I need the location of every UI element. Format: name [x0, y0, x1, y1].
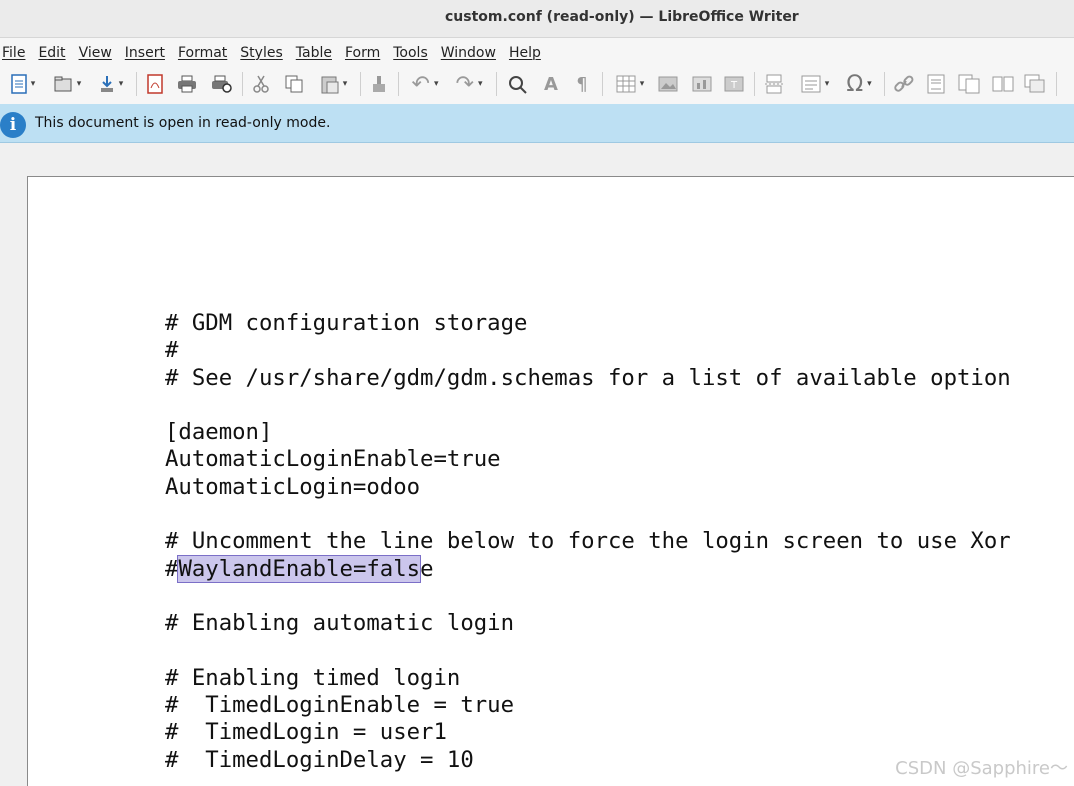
menu-form[interactable]: Form: [345, 42, 380, 61]
chevron-down-icon[interactable]: ▾: [434, 79, 439, 89]
new-document-icon[interactable]: ▾: [4, 72, 42, 96]
text-selection[interactable]: WaylandEnable=fals: [177, 554, 422, 583]
toolbar-separator: [360, 72, 361, 96]
menu-tools[interactable]: Tools: [393, 42, 428, 61]
menu-table[interactable]: Table: [296, 42, 332, 61]
insert-chart-icon[interactable]: [690, 72, 714, 96]
text-line[interactable]: # See /usr/share/gdm/gdm.schemas for a l…: [165, 365, 1011, 392]
menu-window[interactable]: Window: [441, 42, 496, 61]
chevron-down-icon[interactable]: ▾: [478, 79, 483, 89]
menu-help[interactable]: Help: [509, 42, 541, 61]
text-line[interactable]: # TimedLoginEnable = true: [165, 692, 1011, 719]
text-line[interactable]: AutomaticLoginEnable=true: [165, 446, 1011, 473]
chevron-down-icon[interactable]: ▾: [343, 79, 348, 89]
menu-view[interactable]: View: [79, 42, 112, 61]
footnote-icon[interactable]: [924, 72, 948, 96]
menu-file[interactable]: File: [2, 42, 25, 61]
chevron-down-icon[interactable]: ▾: [867, 79, 872, 89]
save-icon[interactable]: ▾: [92, 72, 130, 96]
toolbar-separator: [1056, 72, 1057, 96]
insert-field-icon[interactable]: ▾: [794, 72, 836, 96]
text-line[interactable]: [165, 638, 1011, 665]
hyperlink-icon[interactable]: [892, 72, 916, 96]
chevron-down-icon[interactable]: ▾: [31, 79, 36, 89]
window-title: custom.conf (read-only) — LibreOffice Wr…: [445, 9, 799, 25]
menu-styles[interactable]: Styles: [240, 42, 282, 61]
export-pdf-icon[interactable]: [144, 72, 166, 96]
svg-text:T: T: [730, 80, 738, 91]
toolbar-separator: [242, 72, 243, 96]
text-line[interactable]: # TimedLogin = user1: [165, 719, 1011, 746]
document-text[interactable]: # GDM configuration storage # # See /usr/s…: [165, 310, 1011, 774]
chevron-down-icon[interactable]: ▾: [77, 79, 82, 89]
text-line[interactable]: [165, 501, 1011, 528]
open-icon[interactable]: ▾: [48, 72, 86, 96]
find-replace-icon[interactable]: [504, 72, 530, 96]
toolbar-separator: [398, 72, 399, 96]
text-line[interactable]: #: [165, 337, 1011, 364]
clone-formatting-icon[interactable]: [368, 72, 390, 96]
endnote-icon[interactable]: [956, 72, 982, 96]
window-titlebar: custom.conf (read-only) — LibreOffice Wr…: [0, 0, 1074, 38]
bookmark-icon[interactable]: [990, 72, 1016, 96]
document-page[interactable]: # GDM configuration storage # # See /usr/s…: [27, 176, 1074, 786]
standard-toolbar: ▾ ▾ ▾ ▾ ↶ ▾ ↷ ▾ A ¶ ▾ T ▾ Ω ▾: [0, 64, 1074, 105]
text-line[interactable]: # TimedLoginDelay = 10: [165, 747, 1011, 774]
line-prefix: #: [165, 555, 179, 582]
chevron-down-icon[interactable]: ▾: [640, 79, 645, 89]
menu-bar: File Edit View Insert Format Styles Table Form T…: [0, 38, 1074, 64]
line-suffix: e: [420, 555, 434, 582]
text-line[interactable]: [165, 583, 1011, 610]
page-break-icon[interactable]: [762, 72, 786, 96]
text-line[interactable]: AutomaticLogin=odoo: [165, 474, 1011, 501]
chevron-down-icon[interactable]: ▾: [119, 79, 124, 89]
print-icon[interactable]: [176, 72, 198, 96]
spelling-icon[interactable]: A: [538, 72, 564, 96]
menu-format[interactable]: Format: [178, 42, 227, 61]
special-character-icon[interactable]: Ω ▾: [838, 72, 880, 97]
insert-image-icon[interactable]: [656, 72, 680, 96]
copy-icon[interactable]: [283, 72, 305, 96]
info-icon: i: [0, 112, 26, 138]
cross-reference-icon[interactable]: [1022, 72, 1048, 96]
menu-edit[interactable]: Edit: [38, 42, 65, 61]
insert-table-icon[interactable]: ▾: [610, 72, 650, 96]
infobar-message: This document is open in read-only mode.: [35, 115, 331, 131]
toolbar-separator: [136, 72, 137, 96]
read-only-infobar: i This document is open in read-only mod…: [0, 104, 1074, 143]
text-line[interactable]: [daemon]: [165, 419, 1011, 446]
toolbar-separator: [884, 72, 885, 96]
text-line[interactable]: # Enabling timed login: [165, 665, 1011, 692]
watermark: CSDN @Sapphire～: [895, 758, 1068, 779]
toolbar-separator: [602, 72, 603, 96]
text-line[interactable]: # GDM configuration storage: [165, 310, 1011, 337]
undo-icon[interactable]: ↶ ▾: [404, 72, 446, 97]
text-line[interactable]: [165, 392, 1011, 419]
formatting-marks-icon[interactable]: ¶: [570, 72, 594, 96]
paste-icon[interactable]: ▾: [314, 72, 354, 96]
menu-insert[interactable]: Insert: [125, 42, 165, 61]
toolbar-separator: [496, 72, 497, 96]
document-workspace[interactable]: # GDM configuration storage # # See /usr/s…: [0, 143, 1074, 786]
text-line[interactable]: # Uncomment the line below to force the …: [165, 528, 1011, 555]
toolbar-separator: [754, 72, 755, 96]
text-line[interactable]: # Enabling automatic login: [165, 610, 1011, 637]
text-line[interactable]: #WaylandEnable=false: [165, 554, 1011, 583]
redo-icon[interactable]: ↷ ▾: [448, 72, 490, 97]
chevron-down-icon[interactable]: ▾: [825, 79, 830, 89]
print-preview-icon[interactable]: [210, 72, 234, 96]
cut-icon[interactable]: [250, 72, 272, 96]
insert-textbox-icon[interactable]: T: [722, 72, 746, 96]
